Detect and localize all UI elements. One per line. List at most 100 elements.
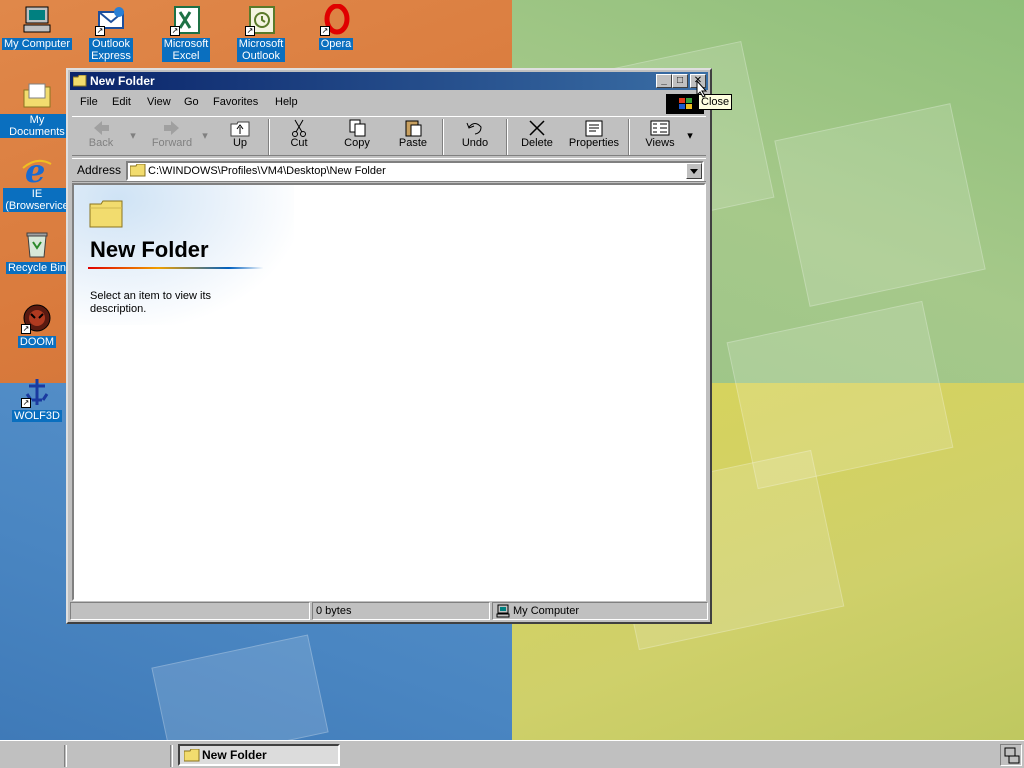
views-button[interactable]: Views bbox=[638, 119, 682, 155]
back-label: Back bbox=[88, 137, 114, 149]
undo-icon bbox=[464, 119, 486, 137]
scissors-icon bbox=[288, 119, 310, 137]
status-panel-left bbox=[70, 602, 310, 620]
address-bar: Address C:\WINDOWS\Profiles\VM4\Desktop\… bbox=[72, 158, 706, 182]
taskbar-button-label: New Folder bbox=[202, 748, 267, 762]
shortcut-arrow-icon: ↗ bbox=[245, 26, 255, 36]
menu-view[interactable]: View bbox=[147, 96, 171, 108]
menu-favorites[interactable]: Favorites bbox=[213, 96, 258, 108]
status-location: My Computer bbox=[492, 602, 708, 620]
chevron-down-icon bbox=[690, 169, 698, 174]
back-button[interactable]: Back bbox=[78, 119, 124, 155]
desktop-icon-wolf3d[interactable]: ↗ WOLF3D bbox=[0, 376, 74, 422]
desktop-icon-label-line1: Outlook bbox=[92, 38, 130, 50]
desktop-icon-my-computer[interactable]: My Computer bbox=[0, 4, 74, 50]
computer-icon bbox=[21, 4, 53, 36]
desktop-icon-label: Outlook Express bbox=[89, 38, 133, 62]
desktop-icon-opera[interactable]: ↗ Opera bbox=[299, 3, 373, 50]
dropdown-arrow-icon: ▾ bbox=[687, 130, 693, 142]
desktop-icon-label: Recycle Bin bbox=[5, 262, 69, 274]
toolbar-separator bbox=[268, 119, 270, 155]
folder-icon bbox=[89, 200, 123, 228]
views-label: Views bbox=[645, 137, 675, 149]
maximize-icon: □ bbox=[676, 75, 684, 86]
properties-button[interactable]: Properties bbox=[564, 119, 624, 155]
desktop-icon-label-line1: IE bbox=[31, 188, 43, 200]
desktop-icon-label: Microsoft Excel bbox=[161, 38, 211, 62]
shortcut-arrow-icon: ↗ bbox=[21, 398, 31, 408]
opera-icon: ↗ bbox=[320, 3, 352, 36]
copy-icon bbox=[346, 119, 368, 137]
taskbar-divider bbox=[170, 745, 173, 767]
folder-icon bbox=[72, 74, 87, 87]
copy-button[interactable]: Copy bbox=[334, 119, 380, 155]
shortcut-arrow-icon: ↗ bbox=[320, 26, 330, 36]
status-size: 0 bytes bbox=[312, 602, 490, 620]
forward-label: Forward bbox=[151, 137, 193, 149]
forward-arrow-icon bbox=[161, 119, 183, 137]
minimize-button[interactable]: _ bbox=[656, 74, 672, 88]
status-location-label: My Computer bbox=[513, 605, 580, 617]
delete-button[interactable]: Delete bbox=[514, 119, 560, 155]
delete-x-icon bbox=[526, 119, 548, 137]
address-input[interactable]: C:\WINDOWS\Profiles\VM4\Desktop\New Fold… bbox=[126, 161, 704, 181]
menu-file[interactable]: File bbox=[80, 96, 98, 108]
shortcut-arrow-icon: ↗ bbox=[170, 26, 180, 36]
desktop-icon-label-line2: (Browservice bbox=[5, 200, 69, 212]
desktop-icon-recycle-bin[interactable]: Recycle Bin bbox=[0, 228, 74, 274]
internet-explorer-icon: e bbox=[21, 152, 53, 190]
views-grid-icon bbox=[649, 119, 671, 137]
properties-label: Properties bbox=[568, 137, 620, 149]
folder-icon bbox=[129, 163, 146, 180]
undo-label: Undo bbox=[461, 137, 489, 149]
up-label: Up bbox=[232, 137, 248, 149]
window-titlebar[interactable]: New Folder _ □ ✕ bbox=[70, 72, 708, 90]
toolbar-separator bbox=[442, 119, 444, 155]
cut-label: Cut bbox=[290, 137, 308, 149]
desktop-icon-doom[interactable]: ↗ DOOM bbox=[0, 302, 74, 348]
outlook-icon: ↗ bbox=[245, 4, 277, 36]
menu-help[interactable]: Help bbox=[275, 96, 298, 108]
address-dropdown-button[interactable] bbox=[686, 163, 702, 179]
desktop-icon-label-line1: Microsoft bbox=[238, 38, 284, 50]
up-button[interactable]: Up bbox=[218, 119, 262, 155]
desktop-icon-outlook-express[interactable]: ↗ Outlook Express bbox=[74, 4, 148, 62]
svg-text:e: e bbox=[25, 154, 45, 186]
shortcut-arrow-icon: ↗ bbox=[95, 26, 105, 36]
folder-content-pane[interactable]: New Folder Select an item to view its de… bbox=[72, 183, 706, 601]
delete-label: Delete bbox=[521, 137, 553, 149]
desktop-icon-label: DOOM bbox=[17, 336, 57, 348]
desktop-icon-label-line2: Express bbox=[91, 50, 131, 62]
dropdown-arrow-icon: ▾ bbox=[202, 130, 208, 142]
outlook-express-icon: ↗ bbox=[95, 4, 127, 36]
toolbar: Back ▾ Forward ▾ Up Cut Copy Paste Undo bbox=[72, 116, 706, 156]
folder-icon bbox=[183, 748, 200, 762]
desktop-icon-label: My Computer bbox=[1, 38, 73, 50]
toolbar-separator bbox=[628, 119, 630, 155]
network-icon bbox=[1004, 747, 1020, 764]
paste-button[interactable]: Paste bbox=[390, 119, 436, 155]
desktop-icon-ie[interactable]: e IE (Browservice bbox=[0, 152, 74, 212]
doom-icon: ↗ bbox=[21, 302, 53, 334]
desktop-icon-label: Microsoft Outlook bbox=[236, 38, 286, 62]
forward-button[interactable]: Forward bbox=[146, 119, 198, 155]
maximize-button[interactable]: □ bbox=[672, 74, 688, 88]
desktop-icon-excel[interactable]: ↗ Microsoft Excel bbox=[149, 4, 223, 62]
menu-edit[interactable]: Edit bbox=[112, 96, 131, 108]
desktop-icon-label: WOLF3D bbox=[12, 410, 62, 422]
desktop-icon-outlook[interactable]: ↗ Microsoft Outlook bbox=[224, 4, 298, 62]
cut-button[interactable]: Cut bbox=[276, 119, 322, 155]
paste-label: Paste bbox=[398, 137, 428, 149]
paste-icon bbox=[402, 119, 424, 137]
address-label: Address bbox=[77, 163, 122, 177]
undo-button[interactable]: Undo bbox=[452, 119, 498, 155]
system-tray[interactable] bbox=[1000, 744, 1022, 766]
desktop-icon-label: My Documents bbox=[0, 114, 74, 138]
desktop-icon-my-documents[interactable]: My Documents bbox=[0, 80, 74, 138]
back-arrow-icon bbox=[90, 119, 112, 137]
taskbar-button-new-folder[interactable]: New Folder bbox=[178, 744, 340, 766]
wolf3d-icon: ↗ bbox=[21, 376, 53, 408]
menu-go[interactable]: Go bbox=[184, 96, 199, 108]
explorer-window: New Folder _ □ ✕ File Edit View Go Favor… bbox=[66, 68, 712, 624]
window-title: New Folder bbox=[90, 74, 155, 88]
